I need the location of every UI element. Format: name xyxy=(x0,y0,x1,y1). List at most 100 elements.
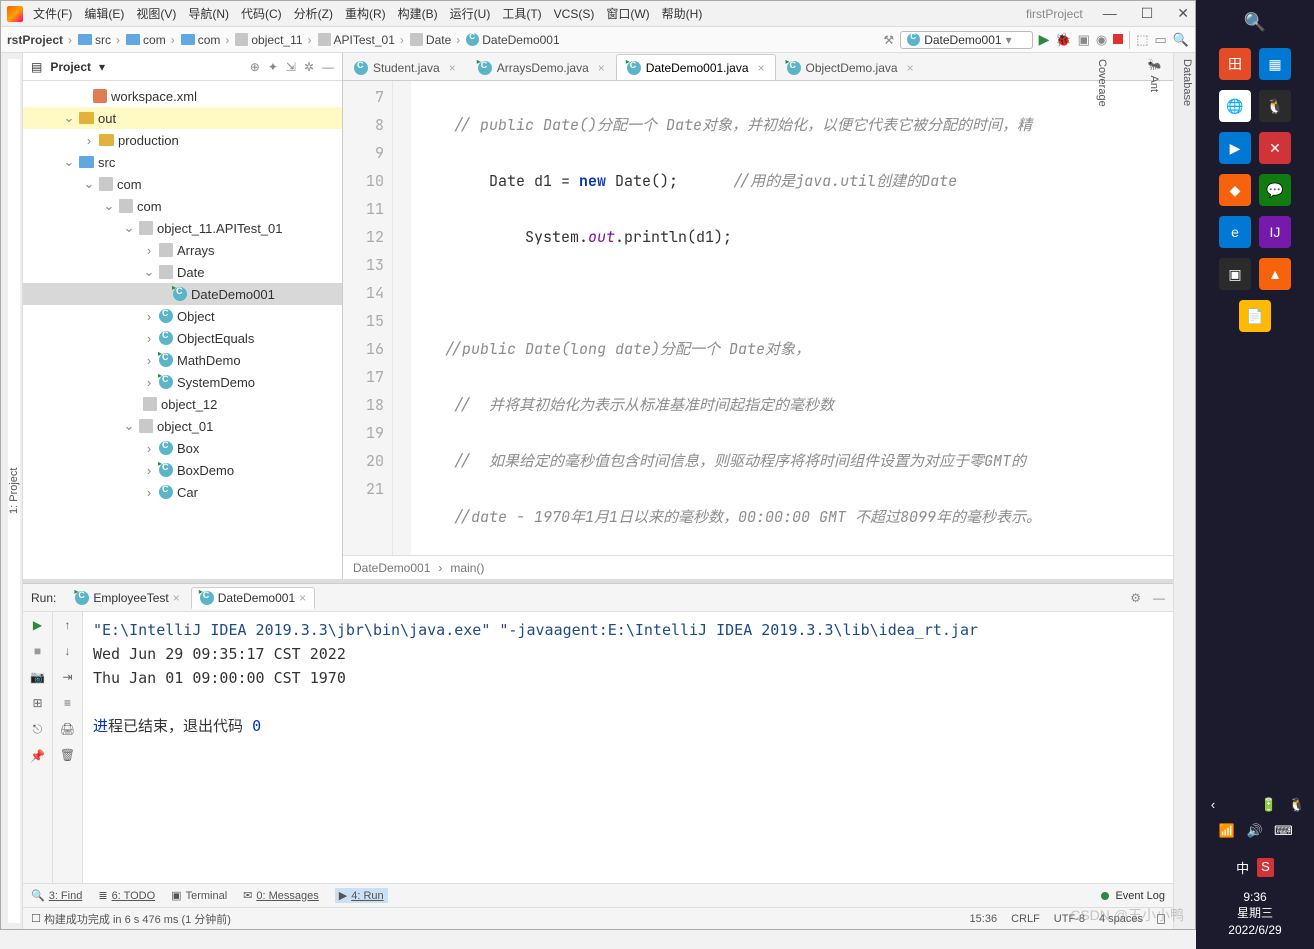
run-config-select[interactable]: DateDemo001 ▾ xyxy=(900,31,1032,49)
menu-file[interactable]: 文件(F) xyxy=(33,5,72,22)
minimize-button[interactable]: — xyxy=(1103,5,1117,22)
tab-project[interactable]: 1: Project xyxy=(8,59,20,923)
tab-arrays[interactable]: ArraysDemo.java× xyxy=(467,54,616,80)
menu-refactor[interactable]: 重构(R) xyxy=(345,5,386,22)
menu-build[interactable]: 构建(B) xyxy=(398,5,438,22)
menu-run[interactable]: 运行(U) xyxy=(450,5,491,22)
run-button[interactable]: ▶ xyxy=(1039,31,1050,48)
bc-com1[interactable]: com xyxy=(126,33,177,47)
maximize-button[interactable]: ☐ xyxy=(1141,5,1154,22)
app-icon[interactable]: ▦ xyxy=(1259,48,1291,80)
chrome-icon[interactable]: 🌐 xyxy=(1219,90,1251,122)
run-tab-employee[interactable]: EmployeeTest × xyxy=(66,587,188,609)
menu-help[interactable]: 帮助(H) xyxy=(662,5,703,22)
close-button[interactable]: ✕ xyxy=(1177,5,1189,22)
project-tree[interactable]: workspace.xml ⌄out ›production ⌄src ⌄com… xyxy=(23,81,342,579)
app-icon[interactable]: ▶ xyxy=(1219,132,1251,164)
bc-date[interactable]: Date xyxy=(410,33,462,47)
app-icon[interactable]: ▣ xyxy=(1219,258,1251,290)
scroll-icon[interactable]: ≡ xyxy=(64,696,71,710)
expand-icon[interactable]: ✦ xyxy=(268,60,278,74)
menu-edit[interactable]: 编辑(E) xyxy=(84,5,124,22)
console-output[interactable]: "E:\IntelliJ IDEA 2019.3.3\jbr\bin\java.… xyxy=(83,612,1173,883)
line-separator[interactable]: CRLF xyxy=(1011,913,1040,925)
idea-icon[interactable]: IJ xyxy=(1259,216,1291,248)
app-icon[interactable]: ◆ xyxy=(1219,174,1251,206)
build-icon[interactable]: ⚒ xyxy=(883,33,894,47)
bc-src[interactable]: src xyxy=(78,33,122,47)
tab-datedemo[interactable]: DateDemo001.java× xyxy=(616,54,776,80)
tab-objectdemo[interactable]: ObjectDemo.java× xyxy=(776,54,925,80)
gear-icon[interactable]: ⚙ xyxy=(1130,591,1141,605)
penguin-icon[interactable]: 🐧 xyxy=(1288,797,1306,813)
menu-vcs[interactable]: VCS(S) xyxy=(554,7,595,21)
tool-icon-2[interactable]: ▭ xyxy=(1155,32,1167,48)
qq-icon[interactable]: 🐧 xyxy=(1259,90,1291,122)
code-editor[interactable]: 789101112131415161718192021 // public Da… xyxy=(343,81,1173,555)
app-icon[interactable]: 田 xyxy=(1219,48,1251,80)
ime-mode-icon[interactable]: S xyxy=(1257,858,1274,877)
bb-run[interactable]: ▶ 4: Run xyxy=(335,888,388,903)
run-tab-datedemo[interactable]: DateDemo001 × xyxy=(191,587,315,609)
camera-icon[interactable]: 📷 xyxy=(30,670,45,684)
wifi-icon[interactable]: 📶 xyxy=(1218,823,1236,839)
collapse-icon[interactable]: ⇲ xyxy=(286,60,296,74)
bb-messages[interactable]: ✉ 0: Messages xyxy=(243,889,319,902)
bb-todo[interactable]: ≣ 6: TODO xyxy=(98,889,155,902)
bc-com2[interactable]: com xyxy=(181,33,232,47)
bb-find[interactable]: 🔍 3: Find xyxy=(31,889,82,902)
profile-button[interactable]: ◉ xyxy=(1096,32,1107,48)
tab-coverage[interactable]: Coverage xyxy=(1096,59,1108,923)
tab-database[interactable]: Database xyxy=(1181,59,1193,923)
wrap-icon[interactable]: ⇥ xyxy=(62,670,72,684)
edge-icon[interactable]: e xyxy=(1219,216,1251,248)
tab-student[interactable]: Student.java× xyxy=(343,54,467,80)
menu-code[interactable]: 代码(C) xyxy=(241,5,282,22)
pin-icon[interactable]: 📌 xyxy=(30,749,45,763)
system-tray[interactable]: ‹ 🔋 🐧 📶 🔊 ⌨ xyxy=(1196,797,1314,839)
tool-icon-1[interactable]: ⬚ xyxy=(1136,32,1148,48)
volume-icon[interactable]: 🔊 xyxy=(1246,823,1264,839)
menu-tools[interactable]: 工具(T) xyxy=(502,5,541,22)
exit-icon[interactable]: ⎋ xyxy=(33,722,43,737)
app-icon[interactable]: ✕ xyxy=(1259,132,1291,164)
search-icon[interactable]: 🔍 xyxy=(1239,6,1271,38)
wechat-icon[interactable]: 💬 xyxy=(1259,174,1291,206)
menu-analyze[interactable]: 分析(Z) xyxy=(294,5,333,22)
menu-nav[interactable]: 导航(N) xyxy=(188,5,229,22)
bc-project[interactable]: rstProject xyxy=(7,33,74,47)
bc-file[interactable]: DateDemo001 xyxy=(466,33,559,47)
trash-icon[interactable]: 🗑 xyxy=(60,748,75,762)
bb-terminal[interactable]: ▣ Terminal xyxy=(171,889,227,902)
layout-icon[interactable]: ⊞ xyxy=(32,696,42,710)
coverage-button[interactable]: ▣ xyxy=(1078,32,1090,48)
battery-icon[interactable]: 🔋 xyxy=(1260,797,1278,813)
bc-obj11[interactable]: object_11 xyxy=(235,33,313,47)
settings-icon[interactable]: ✲ xyxy=(304,60,314,74)
folder-icon xyxy=(99,134,114,146)
print-icon[interactable]: 🖨 xyxy=(60,722,75,736)
rerun-button[interactable]: ▶ xyxy=(33,618,42,632)
app-icon[interactable]: 📄 xyxy=(1239,300,1271,332)
stop-run-button[interactable]: ■ xyxy=(34,644,41,658)
caret-position[interactable]: 15:36 xyxy=(970,913,998,925)
tab-ant[interactable]: 🐜 Ant xyxy=(1148,59,1161,923)
locate-icon[interactable]: ⊕ xyxy=(250,60,260,74)
debug-button[interactable]: 🐞 xyxy=(1055,32,1071,48)
tree-node-datedemo[interactable]: DateDemo001 xyxy=(23,283,342,305)
menu-window[interactable]: 窗口(W) xyxy=(606,5,649,22)
stop-button[interactable] xyxy=(1113,33,1123,47)
keyboard-icon[interactable]: ⌨ xyxy=(1274,823,1292,839)
taskbar-clock[interactable]: 9:36 星期三 2022/6/29 xyxy=(1196,889,1314,939)
encoding[interactable]: UTF-8 xyxy=(1054,913,1085,925)
lock-icon[interactable] xyxy=(1157,914,1165,924)
ime-lang[interactable]: 中 xyxy=(1236,858,1249,877)
menu-view[interactable]: 视图(V) xyxy=(136,5,176,22)
hide-icon[interactable]: — xyxy=(322,60,334,74)
down-icon[interactable]: ↓ xyxy=(65,644,71,658)
up-icon[interactable]: ↑ xyxy=(65,618,71,632)
search-icon[interactable]: 🔍 xyxy=(1173,32,1189,48)
vlc-icon[interactable]: ▲ xyxy=(1259,258,1291,290)
bc-api[interactable]: APITest_01 xyxy=(318,33,406,47)
chevron-left-icon[interactable]: ‹ xyxy=(1204,797,1222,813)
